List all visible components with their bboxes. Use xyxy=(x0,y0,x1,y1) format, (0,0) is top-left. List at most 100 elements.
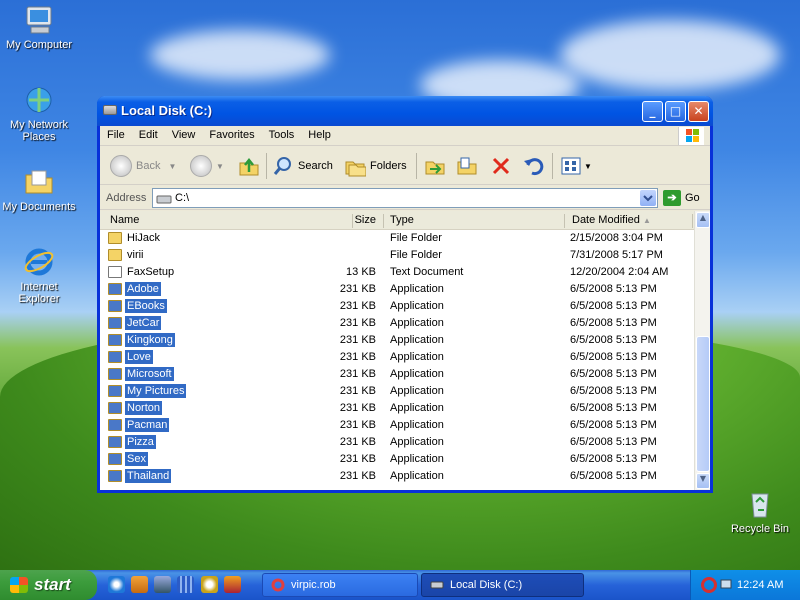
desktop-icon-label: My Documents xyxy=(2,201,76,213)
desktop-icon-internet-explorer[interactable]: Internet Explorer xyxy=(1,246,77,305)
file-name-cell[interactable]: JetCar xyxy=(108,316,162,330)
column-divider[interactable] xyxy=(383,214,384,228)
tray-network-icon[interactable] xyxy=(719,577,735,593)
file-row[interactable]: HiJack File Folder 2/15/2008 3:04 PM xyxy=(100,230,694,247)
file-size: 231 KB xyxy=(339,419,376,431)
desktop-icon-recycle-bin[interactable]: Recycle Bin xyxy=(722,488,798,535)
file-name: EBooks xyxy=(125,299,167,313)
column-header-type[interactable]: Type xyxy=(390,214,414,226)
scrollbar-thumb[interactable] xyxy=(696,336,710,472)
quicklaunch-app-icon[interactable] xyxy=(177,576,194,593)
file-name-cell[interactable]: Adobe xyxy=(108,282,161,296)
file-date-modified: 6/5/2008 5:13 PM xyxy=(570,317,657,329)
desktop-icon-my-network-places[interactable]: My Network Places xyxy=(1,84,77,143)
chevron-down-icon: ▼ xyxy=(584,161,592,171)
quicklaunch-clock-icon[interactable] xyxy=(201,576,218,593)
file-name-cell[interactable]: Thailand xyxy=(108,469,172,483)
move-to-button[interactable] xyxy=(424,154,446,178)
file-row[interactable]: Adobe 231 KB Application 6/5/2008 5:13 PM xyxy=(100,281,694,298)
desktop-icon-my-computer[interactable]: My Computer xyxy=(1,4,77,51)
file-row[interactable]: Pacman 231 KB Application 6/5/2008 5:13 PM xyxy=(100,417,694,434)
copy-to-button[interactable] xyxy=(456,154,478,178)
file-name-cell[interactable]: My Pictures xyxy=(108,384,187,398)
file-name-cell[interactable]: Love xyxy=(108,350,153,364)
quicklaunch-paint-icon[interactable] xyxy=(224,576,241,593)
file-name-cell[interactable]: FaxSetup xyxy=(108,265,176,279)
menu-help[interactable]: Help xyxy=(301,126,338,144)
quicklaunch-internet-explorer-icon[interactable] xyxy=(108,576,125,593)
column-header-size[interactable]: Size xyxy=(336,214,376,226)
toolbar-separator xyxy=(266,153,267,179)
go-button[interactable]: ➔ Go xyxy=(663,190,700,206)
file-row[interactable]: My Pictures 231 KB Application 6/5/2008 5:1… xyxy=(100,383,694,400)
taskbar-item-local-disk[interactable]: Local Disk (C:) xyxy=(421,573,584,597)
column-header-name[interactable]: Name xyxy=(110,214,139,226)
file-row[interactable]: Microsoft 231 KB Application 6/5/2008 5:13 … xyxy=(100,366,694,383)
column-divider[interactable] xyxy=(692,214,693,228)
file-name: Love xyxy=(125,350,153,364)
file-row[interactable]: Thailand 231 KB Application 6/5/2008 5:13 P… xyxy=(100,468,694,485)
start-button[interactable]: start xyxy=(0,570,97,600)
address-dropdown-button[interactable] xyxy=(640,190,656,206)
file-name-cell[interactable]: Kingkong xyxy=(108,333,175,347)
explorer-window[interactable]: Local Disk (C:) _ □ ✕ File Edit View Favori… xyxy=(97,96,713,493)
file-date-modified: 7/31/2008 5:17 PM xyxy=(570,249,663,261)
close-button[interactable]: ✕ xyxy=(688,101,709,122)
file-row[interactable]: FaxSetup 13 KB Text Document 12/20/2004 2:0… xyxy=(100,264,694,281)
desktop-icon-my-documents[interactable]: My Documents xyxy=(1,166,77,213)
menu-tools[interactable]: Tools xyxy=(262,126,302,144)
folders-icon xyxy=(345,161,366,177)
folders-button[interactable]: Folders xyxy=(344,154,407,178)
file-row[interactable]: Pizza 231 KB Application 6/5/2008 5:13 PM xyxy=(100,434,694,451)
clock[interactable]: 12:24 AM xyxy=(737,579,783,591)
minimize-button[interactable]: _ xyxy=(642,101,663,122)
file-row[interactable]: JetCar 231 KB Application 6/5/2008 5:13 PM xyxy=(100,315,694,332)
back-button[interactable]: Back ▼ xyxy=(110,154,176,178)
taskbar-item-virpic[interactable]: virpic.rob xyxy=(262,573,418,597)
menu-edit[interactable]: Edit xyxy=(132,126,165,144)
folder-icon xyxy=(108,249,122,261)
file-name-cell[interactable]: Microsoft xyxy=(108,367,174,381)
search-button[interactable]: Search xyxy=(272,154,333,178)
file-row[interactable]: Love 231 KB Application 6/5/2008 5:13 PM xyxy=(100,349,694,366)
file-list[interactable]: Name Size Type Date Modified ▲ HiJack Fil… xyxy=(100,211,710,490)
scroll-up-button[interactable]: ▲ xyxy=(696,212,710,228)
delete-button[interactable] xyxy=(490,154,512,178)
file-name-cell[interactable]: virii xyxy=(108,248,146,262)
file-name-cell[interactable]: Sex xyxy=(108,452,148,466)
file-name-cell[interactable]: Norton xyxy=(108,401,163,415)
file-name-cell[interactable]: Pacman xyxy=(108,418,170,432)
menu-view[interactable]: View xyxy=(165,126,203,144)
tray-lifebuoy-icon[interactable] xyxy=(701,577,717,593)
network-icon xyxy=(23,84,55,116)
scroll-down-button[interactable]: ▼ xyxy=(696,473,710,489)
file-name-cell[interactable]: EBooks xyxy=(108,299,167,313)
column-header-date-modified[interactable]: Date Modified ▲ xyxy=(572,214,651,226)
desktop-icon-label: My Network Places xyxy=(9,119,69,143)
column-header-row: Name Size Type Date Modified ▲ xyxy=(100,211,694,230)
file-row[interactable]: EBooks 231 KB Application 6/5/2008 5:13 PM xyxy=(100,298,694,315)
file-name-cell[interactable]: HiJack xyxy=(108,231,162,245)
maximize-button[interactable]: □ xyxy=(665,101,686,122)
file-row[interactable]: Norton 231 KB Application 6/5/2008 5:13 PM xyxy=(100,400,694,417)
file-row[interactable]: Sex 231 KB Application 6/5/2008 5:13 PM xyxy=(100,451,694,468)
address-input[interactable]: C:\ xyxy=(152,188,658,208)
file-size: 231 KB xyxy=(339,334,376,346)
menu-file[interactable]: File xyxy=(100,126,132,144)
undo-button[interactable] xyxy=(522,154,544,178)
file-row[interactable]: virii File Folder 7/31/2008 5:17 PM xyxy=(100,247,694,264)
up-folder-button[interactable] xyxy=(238,154,260,178)
file-name-cell[interactable]: Pizza xyxy=(108,435,156,449)
views-icon xyxy=(561,157,581,175)
window-titlebar[interactable]: Local Disk (C:) _ □ ✕ xyxy=(97,96,713,126)
views-button[interactable]: ▼ xyxy=(560,154,592,178)
file-row[interactable]: Kingkong 231 KB Application 6/5/2008 5:13 P… xyxy=(100,332,694,349)
quicklaunch-media-icon[interactable] xyxy=(131,576,148,593)
file-type: Application xyxy=(390,419,444,431)
vertical-scrollbar[interactable]: ▲ ▼ xyxy=(694,211,710,490)
quicklaunch-show-desktop-icon[interactable] xyxy=(154,576,171,593)
column-divider[interactable] xyxy=(564,214,565,228)
forward-button[interactable]: ▼ xyxy=(190,154,224,178)
file-name: Norton xyxy=(125,401,163,415)
menu-favorites[interactable]: Favorites xyxy=(202,126,261,144)
